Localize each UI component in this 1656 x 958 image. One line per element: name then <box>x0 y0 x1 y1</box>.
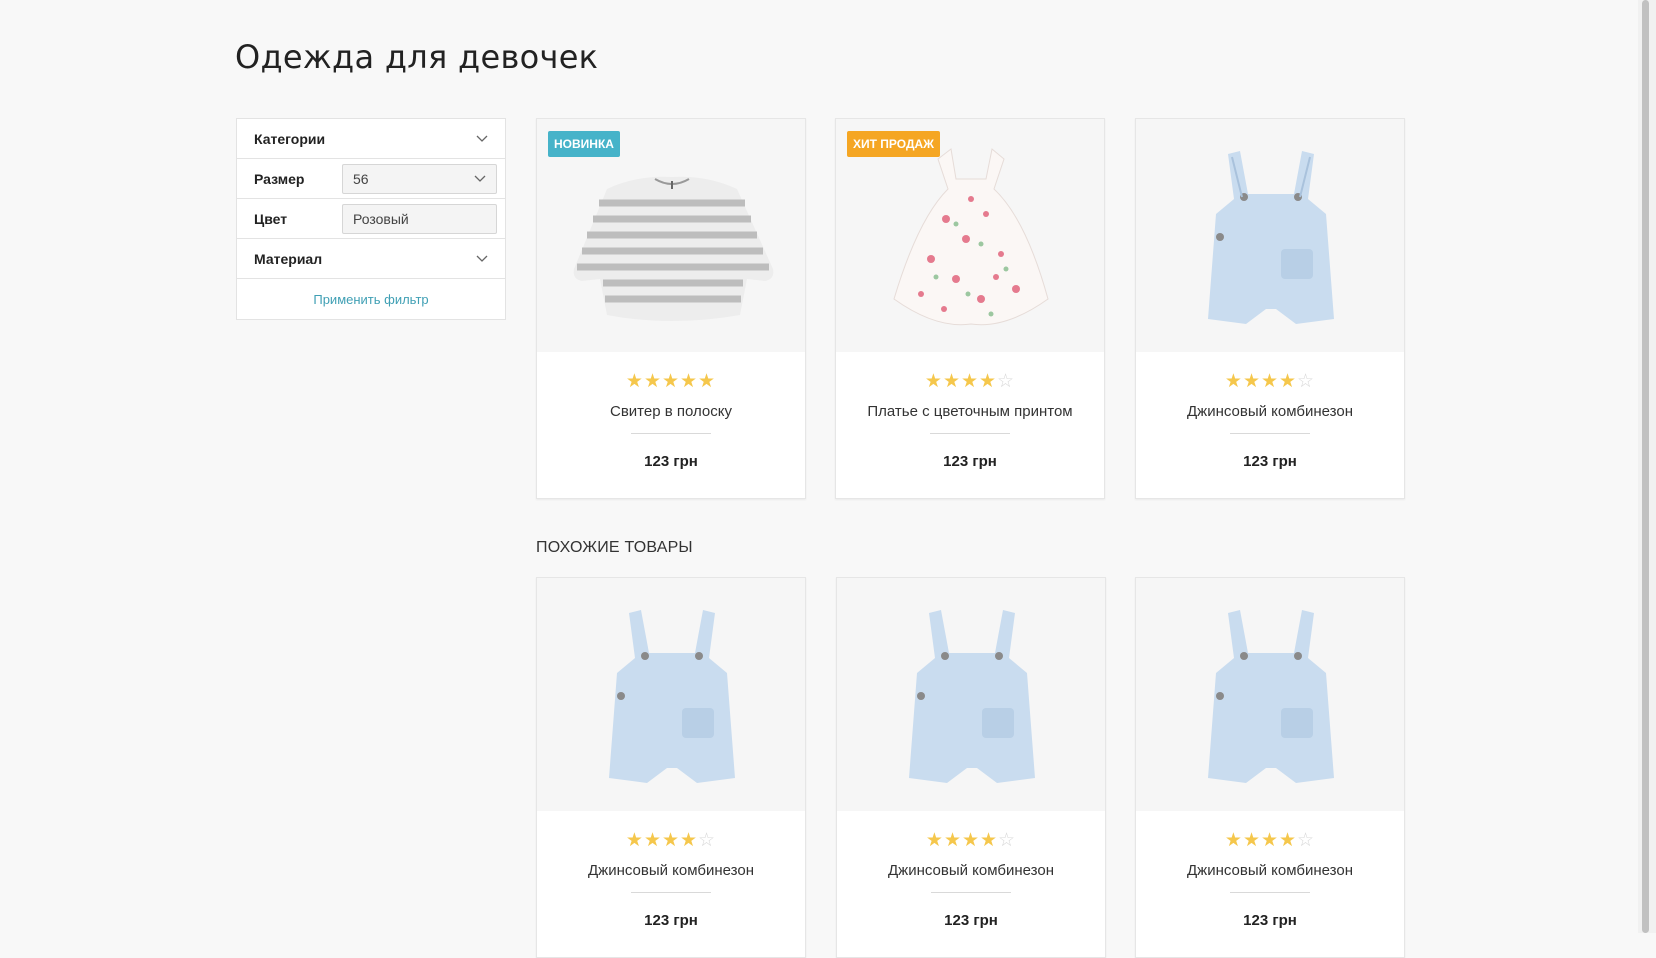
chevron-down-icon <box>474 175 486 183</box>
filter-color-row: Цвет Розовый <box>237 199 505 239</box>
rating-stars: ★★★★☆ <box>625 830 717 851</box>
vertical-scrollbar[interactable] <box>1638 0 1656 933</box>
filter-categories[interactable]: Категории <box>237 119 505 159</box>
chevron-down-icon <box>476 135 488 143</box>
filter-material-label: Материал <box>254 250 323 267</box>
denim-overalls-image <box>1208 151 1334 324</box>
chevron-down-icon <box>476 255 488 263</box>
color-field[interactable]: Розовый <box>342 203 497 234</box>
rating-stars: ★★★★★ <box>625 371 717 392</box>
filter-panel: Категории Размер 56 Цвет Розовый Материа… <box>236 118 506 320</box>
product-price: 123 грн <box>1243 912 1297 929</box>
product-image[interactable] <box>837 578 1105 811</box>
product-name[interactable]: Джинсовый комбинезон <box>537 862 805 879</box>
size-select[interactable]: 56 <box>342 163 497 194</box>
rating-stars: ★★★★☆ <box>925 830 1017 851</box>
product-price: 123 грн <box>944 912 998 929</box>
product-name[interactable]: Джинсовый комбинезон <box>1136 403 1404 420</box>
rating-stars: ★★★★☆ <box>924 371 1016 392</box>
product-price: 123 грн <box>644 453 698 470</box>
product-price: 123 грн <box>943 453 997 470</box>
denim-overalls-image <box>909 610 1035 783</box>
product-image[interactable]: НОВИНКА <box>537 119 805 352</box>
product-card[interactable]: ХИТ ПРОДАЖ ★★★★☆ Платье с цветочным прин… <box>835 118 1105 499</box>
scrollbar-thumb[interactable] <box>1642 0 1649 933</box>
product-name[interactable]: Джинсовый комбинезон <box>1136 862 1404 879</box>
product-price: 123 грн <box>644 912 698 929</box>
similar-product-card[interactable]: ★★★★☆ Джинсовый комбинезон 123 грн <box>1135 577 1405 958</box>
page-title: Одежда для девочек <box>235 38 599 76</box>
divider <box>631 892 711 893</box>
denim-overalls-image <box>609 610 735 783</box>
product-name[interactable]: Свитер в полоску <box>537 403 805 420</box>
similar-product-card[interactable]: ★★★★☆ Джинсовый комбинезон 123 грн <box>836 577 1106 958</box>
color-field-value: Розовый <box>353 210 409 227</box>
apply-filter-link[interactable]: Применить фильтр <box>237 279 505 319</box>
new-badge: НОВИНКА <box>548 131 620 157</box>
filter-categories-label: Категории <box>254 130 326 147</box>
divider <box>1230 892 1310 893</box>
product-image[interactable] <box>1136 578 1404 811</box>
product-card[interactable]: НОВИНКА ★★★★★ Свитер в полоску 123 грн <box>536 118 806 499</box>
divider <box>1230 433 1310 434</box>
divider <box>930 433 1010 434</box>
product-price: 123 грн <box>1243 453 1297 470</box>
filter-color-label: Цвет <box>254 210 288 227</box>
product-image[interactable] <box>537 578 805 811</box>
product-card[interactable]: ★★★★☆ Джинсовый комбинезон 123 грн <box>1135 118 1405 499</box>
denim-overalls-image <box>1208 610 1334 783</box>
filter-size-row: Размер 56 <box>237 159 505 199</box>
similar-products-title: ПОХОЖИЕ ТОВАРЫ <box>536 539 693 556</box>
bestseller-badge: ХИТ ПРОДАЖ <box>847 131 940 157</box>
product-name[interactable]: Платье с цветочным принтом <box>836 403 1104 420</box>
size-select-value: 56 <box>353 170 369 187</box>
filter-size-label: Размер <box>254 170 305 187</box>
rating-stars: ★★★★☆ <box>1224 371 1316 392</box>
product-image[interactable]: ХИТ ПРОДАЖ <box>836 119 1104 352</box>
rating-stars: ★★★★☆ <box>1224 830 1316 851</box>
product-name[interactable]: Джинсовый комбинезон <box>837 862 1105 879</box>
divider <box>631 433 711 434</box>
similar-product-card[interactable]: ★★★★☆ Джинсовый комбинезон 123 грн <box>536 577 806 958</box>
divider <box>931 892 1011 893</box>
product-image[interactable] <box>1136 119 1404 352</box>
filter-material[interactable]: Материал <box>237 239 505 279</box>
